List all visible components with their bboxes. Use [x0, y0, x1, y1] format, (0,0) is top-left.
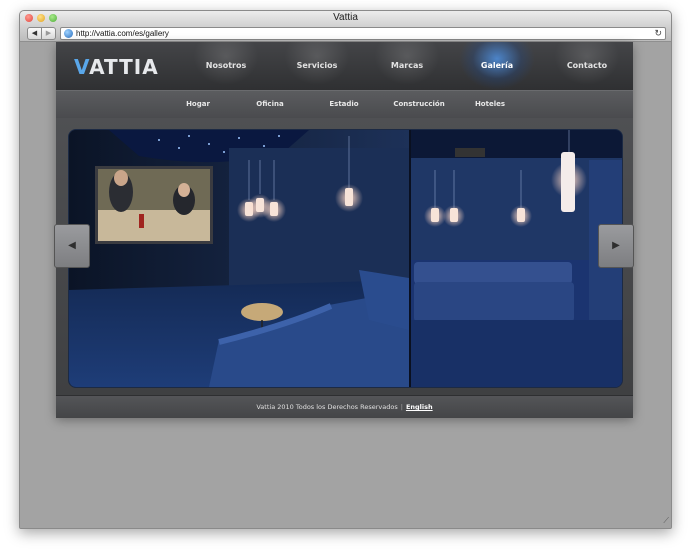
- site-container: VATTIA Nosotros Servicios Marcas Galería…: [54, 42, 634, 418]
- vattia-logo[interactable]: VATTIA: [74, 55, 159, 79]
- window-title: Vattia: [333, 12, 358, 23]
- subnav-hogar[interactable]: Hogar: [176, 91, 220, 118]
- globe-icon: [64, 29, 73, 38]
- reload-icon[interactable]: ↻: [654, 28, 662, 39]
- resize-grip-icon[interactable]: ⟋: [663, 516, 669, 526]
- back-arrow-icon: ◀: [31, 30, 38, 37]
- browser-toolbar: ◀ ▶ http://vattia.com/es/gallery ↻: [20, 25, 671, 42]
- url-text[interactable]: http://vattia.com/es/gallery: [76, 28, 169, 39]
- nav-marcas[interactable]: Marcas: [369, 42, 445, 90]
- forward-button[interactable]: ▶: [41, 27, 56, 40]
- page-viewport: VATTIA Nosotros Servicios Marcas Galería…: [20, 42, 671, 528]
- home-theater-photo: [69, 130, 622, 387]
- gallery-next-button[interactable]: ▶: [598, 224, 634, 268]
- copyright-text: Vattia 2010 Todos los Derechos Reservado…: [256, 403, 398, 411]
- triangle-left-icon: ◀: [68, 240, 76, 251]
- browser-window: Vattia ◀ ▶ http://vattia.com/es/gallery …: [19, 10, 672, 529]
- back-button[interactable]: ◀: [27, 27, 42, 40]
- gallery-area: ◀ ▶: [54, 118, 634, 395]
- nav-nosotros[interactable]: Nosotros: [188, 42, 264, 90]
- title-bar: Vattia: [20, 11, 671, 25]
- subnav-estadio[interactable]: Estadio: [321, 91, 367, 118]
- footer-separator: |: [400, 403, 403, 411]
- subnav-oficina[interactable]: Oficina: [248, 91, 292, 118]
- triangle-right-icon: ▶: [612, 240, 620, 251]
- site-footer: Vattia 2010 Todos los Derechos Reservado…: [56, 395, 633, 418]
- gallery-image: [68, 129, 623, 388]
- nav-galeria[interactable]: Galería: [459, 42, 535, 90]
- address-bar[interactable]: http://vattia.com/es/gallery ↻: [60, 27, 666, 40]
- subnav-construccion[interactable]: Construcción: [389, 91, 449, 118]
- gallery-subnav: Hogar Oficina Estadio Construcción Hotel…: [56, 90, 633, 119]
- subnav-hoteles[interactable]: Hoteles: [468, 91, 512, 118]
- nav-servicios[interactable]: Servicios: [279, 42, 355, 90]
- nav-contacto[interactable]: Contacto: [549, 42, 625, 90]
- forward-arrow-icon: ▶: [45, 30, 52, 37]
- language-link[interactable]: English: [406, 403, 433, 411]
- site-header: VATTIA Nosotros Servicios Marcas Galería…: [56, 42, 633, 90]
- gallery-prev-button[interactable]: ◀: [54, 224, 90, 268]
